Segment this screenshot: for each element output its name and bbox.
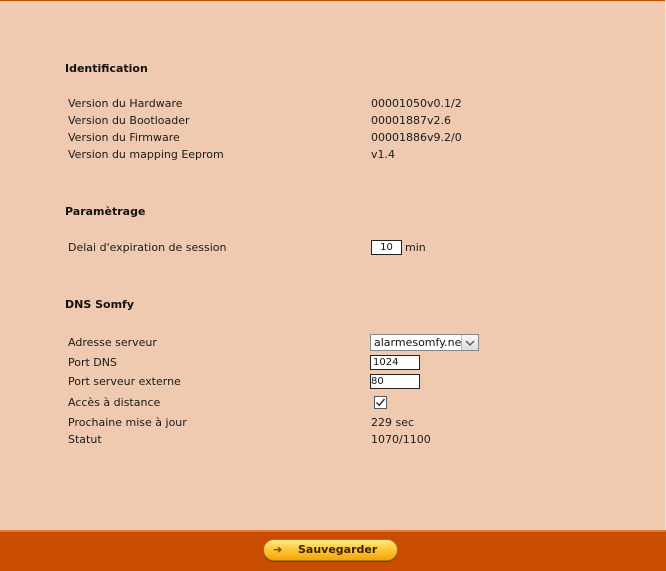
remote-access-checkbox[interactable]	[374, 396, 387, 409]
eeprom-mapping-version-label: Version du mapping Eeprom	[68, 148, 224, 161]
server-address-selected-value: alarmesomfy.net	[374, 336, 466, 349]
save-button-label: Sauvegarder	[298, 543, 378, 556]
status-label: Statut	[68, 433, 102, 446]
session-timeout-label: Delai d'expiration de session	[68, 241, 227, 254]
server-address-label: Adresse serveur	[68, 336, 157, 349]
arrow-right-icon: ➔	[273, 543, 283, 556]
hardware-version-value: 00001050v0.1/2	[371, 97, 462, 110]
hardware-version-label: Version du Hardware	[68, 97, 183, 110]
port-dns-input[interactable]	[370, 355, 420, 370]
status-value: 1070/1100	[371, 433, 431, 446]
next-update-value: 229 sec	[371, 416, 415, 429]
next-update-label: Prochaine mise à jour	[68, 416, 187, 429]
port-dns-label: Port DNS	[68, 356, 117, 369]
server-address-select[interactable]: alarmesomfy.net	[370, 334, 479, 351]
firmware-version-value: 00001886v9.2/0	[371, 131, 462, 144]
section-title-dns-somfy: DNS Somfy	[65, 298, 134, 311]
eeprom-mapping-version-value: v1.4	[371, 148, 396, 161]
section-title-identification: Identification	[65, 62, 148, 75]
checkmark-icon	[375, 398, 386, 407]
external-port-input[interactable]	[370, 374, 420, 389]
firmware-version-label: Version du Firmware	[68, 131, 180, 144]
bootloader-version-value: 00001887v2.6	[371, 114, 451, 127]
session-timeout-unit: min	[405, 241, 426, 254]
bootloader-version-label: Version du Bootloader	[68, 114, 190, 127]
remote-access-label: Accès à distance	[68, 396, 161, 409]
footer-bar: ➔ Sauvegarder	[0, 530, 666, 571]
external-port-label: Port serveur externe	[68, 375, 181, 388]
chevron-down-icon[interactable]	[461, 335, 478, 350]
save-button[interactable]: ➔ Sauvegarder	[263, 539, 398, 561]
session-timeout-input[interactable]	[371, 240, 402, 255]
section-title-parametrage: Paramètrage	[65, 205, 146, 218]
top-border	[0, 0, 666, 1]
